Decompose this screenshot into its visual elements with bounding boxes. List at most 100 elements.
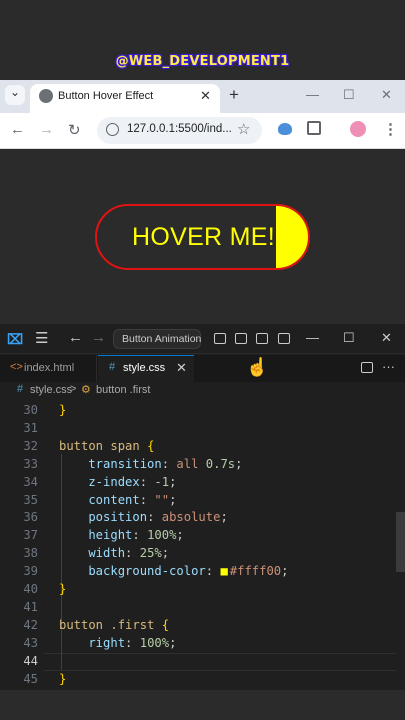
globe-icon	[39, 89, 53, 103]
code-text: button span {	[59, 439, 154, 453]
code-line[interactable]: 30}	[0, 403, 405, 421]
code-token: }	[59, 403, 67, 417]
code-line[interactable]: 31	[0, 421, 405, 439]
code-text: width: 25%;	[59, 546, 169, 560]
code-token: #ffff00	[229, 564, 282, 579]
code-token: :	[147, 510, 162, 525]
code-text: }	[59, 672, 66, 686]
code-line[interactable]: 37 height: 100%;	[0, 528, 405, 546]
line-number: 39	[23, 564, 38, 579]
breadcrumb-file[interactable]: style.css	[30, 384, 72, 396]
code-token: ;	[169, 635, 177, 650]
forward-icon[interactable]: →	[91, 329, 106, 346]
command-center-label: Button Animation	[122, 333, 202, 345]
line-number: 43	[23, 635, 38, 650]
split-editor-icon[interactable]	[361, 362, 373, 373]
window-close-icon[interactable]: ✕	[381, 87, 392, 103]
breadcrumb-symbol[interactable]: button .first	[96, 384, 150, 396]
code-token: 100%	[147, 528, 177, 543]
code-token: button .first	[59, 617, 162, 632]
site-info-icon[interactable]	[106, 123, 119, 136]
forward-icon[interactable]: →	[39, 121, 54, 138]
code-token: -1	[154, 474, 170, 489]
code-token: ;	[281, 564, 289, 579]
toggle-panel-icon[interactable]	[235, 333, 247, 344]
code-token: background-color	[59, 564, 206, 579]
toggle-secondary-sidebar-icon[interactable]	[256, 333, 268, 344]
code-line[interactable]: 38 width: 25%;	[0, 546, 405, 564]
code-token: right	[59, 635, 126, 650]
code-line[interactable]: 34 z-index: -1;	[0, 475, 405, 493]
line-number: 30	[23, 403, 38, 417]
code-line[interactable]: 40}	[0, 582, 405, 600]
code-text: position: absolute;	[59, 510, 228, 525]
hover-me-button[interactable]: HOVER ME!	[95, 204, 310, 270]
code-line[interactable]: 39 background-color: ■ #ffff00;	[0, 564, 405, 582]
color-swatch: ■	[220, 564, 228, 579]
line-number: 36	[23, 510, 38, 525]
code-text: height: 100%;	[59, 528, 183, 543]
browser-tab-title: Button Hover Effect	[58, 90, 154, 102]
close-icon[interactable]: ✕	[381, 330, 392, 346]
css-file-icon: #	[17, 383, 24, 395]
more-actions-icon[interactable]: ···	[382, 359, 395, 374]
code-line[interactable]: 42 button .first {	[0, 618, 405, 636]
close-tab-icon[interactable]: ✕	[200, 88, 211, 104]
url-text[interactable]: 127.0.0.1:5500/ind...	[127, 123, 232, 135]
menu-icon[interactable]: ☰	[35, 329, 48, 347]
code-token: ""	[154, 492, 170, 507]
code-line[interactable]: 36 position: absolute;	[0, 510, 405, 528]
code-text: }	[59, 403, 66, 417]
code-line[interactable]: 32 button span {	[0, 439, 405, 457]
code-line[interactable]: 35 content: "";	[0, 493, 405, 511]
extension-icon[interactable]	[278, 123, 292, 135]
minimize-icon[interactable]: —	[306, 87, 319, 102]
code-token: :	[205, 564, 221, 579]
code-token: ;	[235, 456, 243, 471]
back-icon[interactable]: ←	[68, 329, 83, 346]
line-number: 45	[23, 671, 38, 686]
close-tab-icon[interactable]: ✕	[176, 360, 187, 376]
code-editor[interactable]: 30} 31 32 button span {33 transition: all 0…	[0, 400, 405, 690]
code-token: :	[139, 474, 155, 489]
line-number: 33	[23, 456, 38, 471]
toggle-sidebar-icon[interactable]	[214, 333, 226, 344]
symbol-icon: ⚙	[81, 384, 91, 396]
code-token: button span	[59, 438, 148, 453]
line-number: 32	[23, 438, 38, 453]
code-line[interactable]: 45}	[0, 672, 405, 690]
hover-button-label: HOVER ME!	[132, 223, 275, 251]
line-number: 34	[23, 474, 38, 489]
code-text: }	[59, 582, 66, 596]
code-text: transition: all 0.7s;	[59, 457, 242, 471]
new-tab-button[interactable]: +	[229, 85, 239, 105]
customize-layout-icon[interactable]	[278, 333, 290, 344]
code-token: absolute	[161, 510, 221, 525]
code-line[interactable]: 33 transition: all 0.7s;	[0, 457, 405, 475]
line-number: 40	[23, 582, 38, 596]
code-text: content: "";	[59, 493, 176, 507]
line-number: 31	[23, 420, 38, 435]
browser-menu-icon[interactable]: ⋮	[383, 120, 398, 138]
maximize-icon[interactable]: ☐	[343, 330, 355, 346]
code-token: transition	[59, 456, 162, 471]
watermark: @WEB_DEVELOPMENT1	[115, 54, 290, 69]
code-token: all	[176, 456, 206, 471]
css-file-icon: #	[109, 361, 116, 373]
code-line[interactable]: 43 right: 100%;	[0, 636, 405, 654]
editor-scrollbar[interactable]	[396, 512, 405, 572]
code-token: ;	[220, 510, 228, 525]
minimize-icon[interactable]: —	[306, 330, 319, 345]
line-number: 37	[23, 528, 38, 543]
back-icon[interactable]: ←	[10, 121, 25, 138]
code-line[interactable]: 41	[0, 600, 405, 618]
puzzle-icon[interactable]	[307, 121, 321, 135]
bookmark-star-icon[interactable]: ☆	[237, 120, 250, 138]
reload-icon[interactable]: ↻	[68, 121, 81, 139]
code-line[interactable]: 44	[0, 654, 405, 672]
tab-search-button[interactable]: ⌄	[5, 85, 25, 105]
line-number: 38	[23, 546, 38, 561]
bottom-strip	[0, 690, 405, 720]
profile-avatar[interactable]	[350, 121, 366, 137]
maximize-icon[interactable]: ☐	[343, 87, 355, 103]
